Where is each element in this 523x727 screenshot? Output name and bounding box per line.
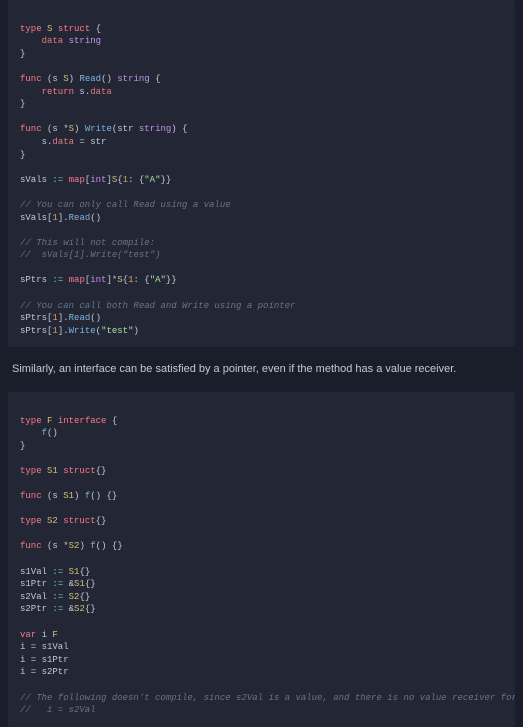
code-block-interface: type F interface { f() } type S1 struct{…	[8, 392, 515, 727]
code-block-receivers: type S struct { data string } func (s S)…	[8, 0, 515, 347]
comment: // The following doesn't compile, since …	[20, 693, 515, 703]
comment: // i = s2Val	[20, 705, 96, 715]
comment: // You can only call Read using a value	[20, 200, 231, 210]
comment: // sVals[1].Write("test")	[20, 250, 160, 260]
comment: // This will not compile:	[20, 238, 155, 248]
comment: // You can call both Read and Write usin…	[20, 301, 295, 311]
explanation-paragraph: Similarly, an interface can be satisfied…	[0, 347, 523, 392]
